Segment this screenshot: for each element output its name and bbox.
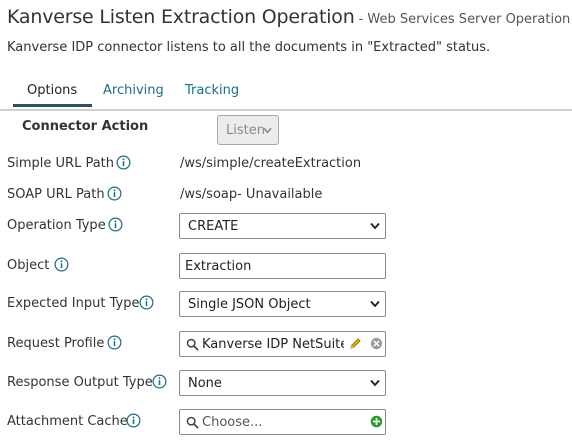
tab-options[interactable]: Options xyxy=(27,83,77,98)
tab-archiving[interactable]: Archiving xyxy=(103,83,164,98)
info-icon[interactable] xyxy=(107,335,122,350)
simple-url-path-label: Simple URL Path xyxy=(7,156,115,171)
tab-tracking[interactable]: Tracking xyxy=(185,83,239,98)
page-subtitle: - Web Services Server Operation xyxy=(358,12,571,27)
request-profile-value: Kanverse IDP NetSuite J xyxy=(202,337,344,352)
object-input[interactable]: Extraction xyxy=(179,253,386,279)
attachment-cache-label: Attachment Cache xyxy=(7,414,128,429)
expected-input-type-value: Single JSON Object xyxy=(188,297,311,312)
add-icon[interactable] xyxy=(370,415,383,428)
operation-type-select[interactable]: CREATE xyxy=(179,213,386,239)
info-icon[interactable] xyxy=(126,413,141,428)
chevron-down-icon xyxy=(370,300,380,308)
response-output-type-value: None xyxy=(188,376,222,391)
response-output-type-select[interactable]: None xyxy=(179,370,386,396)
info-icon[interactable] xyxy=(108,217,123,232)
page-header: Kanverse Listen Extraction Operation - We… xyxy=(7,6,572,28)
connector-action-value: Listen xyxy=(226,123,265,138)
request-profile-label: Request Profile xyxy=(7,336,105,351)
info-icon[interactable] xyxy=(152,374,167,389)
page-description: Kanverse IDP connector listens to all th… xyxy=(7,40,491,55)
operation-type-label: Operation Type xyxy=(7,218,106,233)
info-icon[interactable] xyxy=(139,295,154,310)
connector-action-label: Connector Action xyxy=(22,119,149,134)
connector-action-select: Listen xyxy=(217,115,279,145)
soap-url-path-label: SOAP URL Path xyxy=(7,187,105,202)
attachment-cache-picker[interactable]: Choose... xyxy=(179,409,386,435)
info-icon[interactable] xyxy=(54,257,69,272)
chevron-down-icon xyxy=(370,222,380,230)
expected-input-type-label: Expected Input Type xyxy=(7,296,140,311)
object-label: Object xyxy=(7,258,50,273)
tab-bar: Options Archiving Tracking xyxy=(0,74,572,111)
search-icon xyxy=(186,338,199,351)
expected-input-type-select[interactable]: Single JSON Object xyxy=(179,291,386,317)
info-icon[interactable] xyxy=(116,155,131,170)
info-icon[interactable] xyxy=(107,186,122,201)
page-title: Kanverse Listen Extraction Operation xyxy=(7,6,355,28)
chevron-down-icon xyxy=(263,127,272,134)
clear-icon[interactable] xyxy=(370,337,383,350)
pencil-icon[interactable] xyxy=(349,337,362,350)
search-icon xyxy=(186,416,199,429)
chevron-down-icon xyxy=(370,379,380,387)
attachment-cache-placeholder: Choose... xyxy=(202,415,263,430)
response-output-type-label: Response Output Type xyxy=(7,375,153,390)
object-value: Extraction xyxy=(185,259,252,274)
request-profile-picker[interactable]: Kanverse IDP NetSuite J xyxy=(179,331,386,357)
operation-type-value: CREATE xyxy=(188,219,239,234)
active-tab-indicator xyxy=(13,104,92,107)
soap-url-path-value: /ws/soap- Unavailable xyxy=(180,187,323,202)
simple-url-path-value: /ws/simple/createExtraction xyxy=(180,156,362,171)
